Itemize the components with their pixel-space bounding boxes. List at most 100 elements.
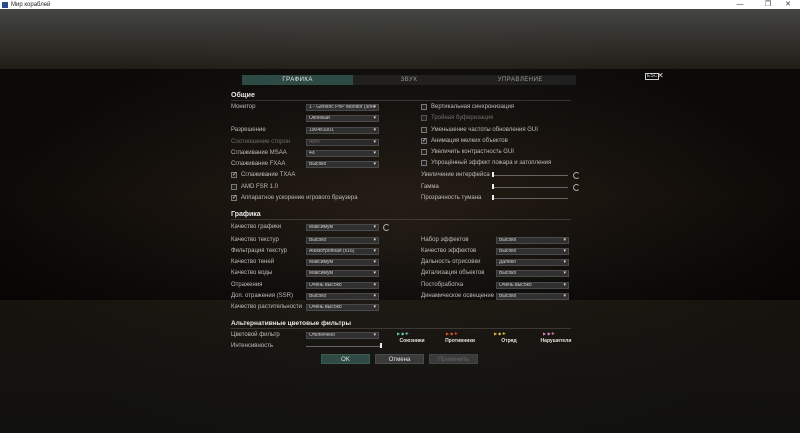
chevron-down-icon: ▾ (373, 304, 376, 310)
chevron-down-icon: ▾ (373, 161, 376, 167)
reflections-dropdown[interactable]: Очень высоко ▾ (306, 282, 379, 289)
fog-slider-handle[interactable] (492, 195, 494, 200)
ssr-dropdown[interactable]: Высоко ▾ (306, 293, 379, 300)
ok-button[interactable]: OK (321, 354, 370, 364)
dynamic-light-value: Высоко (499, 293, 517, 299)
vegetation-label: Качество растительности (231, 304, 303, 310)
reflections-label: Отражения (231, 282, 263, 288)
msaa-label: Сглаживание MSAA (231, 150, 287, 156)
section-divider (231, 219, 571, 220)
gamma-slider-handle[interactable] (492, 184, 494, 189)
chevron-down-icon: ▾ (373, 115, 376, 121)
aspect-dropdown: Авто ▾ (306, 139, 379, 146)
object-detail-dropdown[interactable]: Высоко ▾ (496, 270, 569, 277)
graphics-quality-label: Качество графики (231, 224, 282, 230)
close-window-button[interactable]: ✕ (776, 0, 800, 9)
water-quality-value: Максимум (309, 270, 333, 276)
chevron-down-icon: ▾ (563, 248, 566, 254)
ssr-label: Доп. отражения (SSR) (231, 293, 293, 299)
violators-label: Нарушители (540, 338, 572, 344)
msaa-dropdown[interactable]: 4X ▾ (306, 150, 379, 157)
chevron-down-icon: ▾ (563, 237, 566, 243)
fsr-checkbox[interactable] (231, 184, 237, 190)
resolution-dropdown[interactable]: 1904x1001 ▾ (306, 127, 379, 134)
section-general-title: Общие (231, 92, 255, 99)
chevron-down-icon: ▾ (563, 259, 566, 265)
intensity-slider[interactable] (306, 346, 381, 347)
enemies-icons: ▶◆✚ (446, 331, 459, 336)
graphics-quality-value: Максимум (309, 224, 333, 230)
chevron-down-icon: ▾ (373, 248, 376, 254)
tab-sound[interactable]: ЗВУК (353, 75, 465, 85)
fire-effect-checkbox[interactable] (421, 160, 427, 166)
shadow-quality-dropdown[interactable]: Максимум ▾ (306, 259, 379, 266)
effects-quality-value: Высоко (499, 248, 517, 254)
section-graphics-title: Графика (231, 211, 261, 218)
texture-filter-label: Фильтрация текстур (231, 248, 287, 254)
graphics-quality-dropdown[interactable]: Максимум ▾ (306, 224, 379, 231)
animation-checkbox[interactable] (421, 137, 427, 144)
dynamic-light-dropdown[interactable]: Высоко ▾ (496, 293, 569, 300)
texture-quality-value: Высоко (309, 237, 327, 243)
fog-slider[interactable] (493, 198, 568, 199)
chevron-down-icon: ▾ (373, 139, 376, 145)
gamma-reset-icon[interactable] (573, 184, 580, 191)
fxaa-dropdown[interactable]: Высоко ▾ (306, 161, 379, 168)
fog-label: Прозрачность тумана (421, 195, 482, 201)
shadow-quality-value: Максимум (309, 259, 333, 265)
window-mode-dropdown[interactable]: Оконный ▾ (306, 115, 379, 122)
fire-effect-label: Упрощённый эффект пожара и затопления (431, 160, 552, 166)
color-filter-label: Цветовой фильтр (231, 332, 280, 338)
cancel-button[interactable]: Отмена (375, 354, 424, 364)
enemies-label: Противники (445, 338, 475, 344)
chevron-down-icon: ▾ (373, 224, 376, 230)
fsr-label: AMD FSR 1.0 (241, 184, 279, 190)
intensity-label: Интенсивность (231, 343, 274, 349)
chevron-down-icon: ▾ (373, 270, 376, 276)
close-settings-button[interactable]: ✕ (657, 71, 664, 80)
water-quality-dropdown[interactable]: Максимум ▾ (306, 270, 379, 277)
ui-scale-label: Увеличение интерфейса (421, 172, 490, 178)
effects-set-value: Высоко (499, 237, 517, 243)
tab-graphics[interactable]: ГРАФИКА (242, 75, 354, 85)
contrast-checkbox[interactable] (421, 149, 427, 155)
gui-rate-label: Уменьшение частоты обновления GUI (431, 127, 538, 133)
ui-scale-reset-icon[interactable] (573, 172, 580, 179)
tab-controls[interactable]: УПРАВЛЕНИЕ (464, 75, 576, 85)
minimize-button[interactable]: — (728, 0, 752, 9)
browser-accel-checkbox[interactable] (231, 194, 237, 201)
color-filter-dropdown[interactable]: Отключено ▾ (306, 332, 379, 339)
draw-distance-dropdown[interactable]: Далеко ▾ (496, 259, 569, 266)
chevron-down-icon: ▾ (373, 150, 376, 156)
monitor-value: 1 - Generic PnP Monitor (элн (309, 104, 374, 110)
vsync-checkbox[interactable] (421, 104, 427, 110)
effects-quality-dropdown[interactable]: Высоко ▾ (496, 248, 569, 255)
reflections-value: Очень высоко (309, 282, 342, 288)
allies-icons: ▶◆✚ (397, 331, 410, 336)
fxaa-label: Сглаживание FXAA (231, 161, 286, 167)
monitor-dropdown[interactable]: 1 - Generic PnP Monitor (элн ▾ (306, 104, 379, 111)
monitor-label: Монитор (231, 104, 256, 110)
txaa-label: Сглаживание TXAA (241, 172, 296, 178)
object-detail-value: Высоко (499, 270, 517, 276)
color-filter-value: Отключено (309, 332, 335, 338)
texture-filter-value: Анизотропная (x16) (309, 248, 355, 254)
ui-scale-slider-handle[interactable] (492, 172, 494, 177)
texture-quality-label: Качество текстур (231, 237, 279, 243)
gamma-slider[interactable] (493, 187, 568, 188)
section-color-filters-title: Альтернативные цветовые фильтры (231, 320, 352, 327)
effects-set-dropdown[interactable]: Высоко ▾ (496, 237, 569, 244)
resolution-value: 1904x1001 (309, 127, 334, 133)
chevron-down-icon: ▾ (373, 237, 376, 243)
txaa-checkbox[interactable] (231, 171, 237, 178)
fxaa-value: Высоко (309, 161, 327, 167)
chevron-down-icon: ▾ (373, 127, 376, 133)
texture-quality-dropdown[interactable]: Высоко ▾ (306, 237, 379, 244)
graphics-quality-reset-icon[interactable] (383, 224, 390, 231)
ui-scale-slider[interactable] (493, 175, 568, 176)
postprocess-dropdown[interactable]: Очень высоко ▾ (496, 282, 569, 289)
intensity-slider-handle[interactable] (380, 343, 382, 348)
vegetation-dropdown[interactable]: Очень высоко ▾ (306, 304, 379, 311)
texture-filter-dropdown[interactable]: Анизотропная (x16) ▾ (306, 248, 379, 255)
gui-rate-checkbox[interactable] (421, 127, 427, 133)
